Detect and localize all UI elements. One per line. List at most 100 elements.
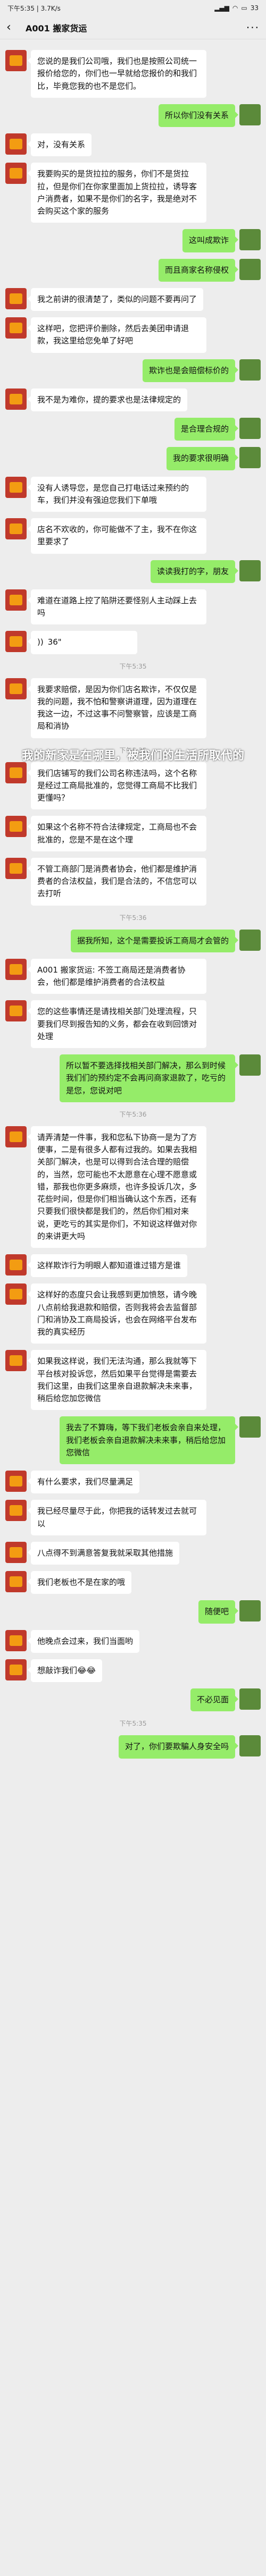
chat-list[interactable]: 您说的是我们公司哦，我们也是按照公司统一报价给您的，你们也一早就给您报价的和我们… [0,39,266,1781]
message-bubble[interactable]: 据我所知，这个是需要投诉工商局才会管的 [70,929,239,952]
message-row: 所以暂不要选择找相关部门解决，那么到时候我们们的预约定不会再问商家退款了，吃亏的… [0,1054,266,1102]
message-timestamp: 下午5:36 [119,1110,147,1118]
my-avatar[interactable] [239,447,261,469]
contact-avatar[interactable] [5,1500,27,1522]
contact-avatar[interactable] [5,1659,27,1680]
message-bubble[interactable]: 这样好的态度只会让我感到更加愤怒，请今晚八点前给我退款和赔偿，否则我将会去监督部… [28,1283,206,1344]
message-bubble[interactable]: 您说的是我们公司哦，我们也是按照公司统一报价给您的，你们也一早就给您报价的和我们… [28,50,206,98]
message-bubble[interactable]: 如果我这样说，我们无法沟通，那么我就等下平台核对投诉您，然后如果平台觉得是需要去… [28,1350,206,1411]
contact-avatar[interactable] [5,1571,27,1592]
message-bubble[interactable]: 这叫成欺诈 [182,229,239,252]
message-bubble[interactable]: 而且商家名称侵权 [158,258,239,282]
message-bubble[interactable]: 不管工商部门是消费者协会，他们都是维护消费者的合法权益，我们是合法的，不信您可以… [28,857,206,906]
message-row: 我的要求很明确 [0,447,266,470]
my-avatar[interactable] [239,1600,261,1622]
message-row: 如果这个名称不符合法律规定，工商局也不会批准的，您是不是在这个理 [0,816,266,851]
message-bubble[interactable]: 所以你们没有关系 [158,104,239,127]
message-bubble[interactable]: 我要求赔偿，是因为你们店名欺诈，不仅仅是我的问题，我不怕和警察讲道理，因为道理在… [28,678,206,738]
back-icon[interactable]: ‹ [6,21,22,34]
message-bubble[interactable]: 我的要求很明确 [166,447,239,470]
message-bubble[interactable]: 我不是为难你，提的要求也是法律规定的 [27,388,188,411]
contact-avatar[interactable] [5,1541,27,1563]
message-bubble[interactable]: 我已经尽量尽于此，你把我的话转发过去就可以 [28,1500,206,1535]
message-row: 我要求赔偿，是因为你们店名欺诈，不仅仅是我的问题，我不怕和警察讲道理，因为道理在… [0,678,266,738]
more-icon[interactable]: ··· [246,21,260,34]
contact-avatar[interactable] [5,317,27,339]
contact-avatar[interactable] [5,958,27,980]
message-bubble[interactable]: 不必见面 [190,1688,239,1712]
message-bubble[interactable]: 是合理合规的 [174,418,239,441]
message-bubble[interactable]: 八点得不到满意答复我就采取其他措施 [27,1541,180,1565]
my-avatar[interactable] [239,258,261,280]
contact-avatar[interactable] [5,678,27,699]
contact-avatar[interactable] [5,288,27,309]
message-row: 不必见面 [0,1688,266,1712]
contact-avatar[interactable] [5,1126,27,1147]
message-bubble[interactable]: 我们店铺写的我们公司名称违法吗，这个名称是经过工商局批准的，您觉得工商局不比我们… [28,762,206,810]
my-avatar[interactable] [239,560,261,581]
message-bubble[interactable]: 欺诈也是会赔偿标价的 [142,359,239,382]
contact-avatar[interactable] [5,476,27,498]
message-bubble[interactable]: 难道在道路上控了陷阱还要怪别人主动踩上去吗 [28,589,206,625]
message-bubble[interactable]: 请弄清楚一件事，我和您私下协商一是为了方便事，二是有很多人都有过我的。如果去我相… [28,1126,206,1248]
message-bubble[interactable]: 我要购买的是货拉拉的服务，你们不是货拉拉，但是你们在你家里面加上货拉拉，诱导客户… [28,163,206,223]
my-avatar[interactable] [239,929,261,951]
my-avatar[interactable] [239,1735,261,1757]
contact-avatar[interactable] [5,1254,27,1276]
contact-avatar[interactable] [5,816,27,838]
voice-message-bubble[interactable]: )) 36" [28,631,137,654]
my-avatar[interactable] [239,104,261,125]
my-avatar[interactable] [239,359,261,381]
status-bar: 下午5:35 | 3.7K/s ▂▄▆ ◠ ▭ 33 [0,0,266,16]
message-timestamp: 下午5:35 [119,1720,147,1728]
my-avatar[interactable] [239,418,261,439]
contact-avatar[interactable] [5,589,27,611]
message-bubble[interactable]: 对，没有关系 [27,133,92,157]
contact-avatar[interactable] [5,1350,27,1372]
message-row: 读读我打的字，朋友 [0,560,266,583]
message-row: 您说的是我们公司哦，我们也是按照公司统一报价给您的，你们也一早就给您报价的和我们… [0,50,266,98]
contact-avatar[interactable] [5,163,27,184]
contact-avatar[interactable] [5,50,27,71]
contact-avatar[interactable] [5,1000,27,1022]
contact-avatar[interactable] [5,1471,27,1492]
message-row: 对了，你们要欺騙人身安全吗 [0,1735,266,1759]
message-bubble[interactable]: 我之前讲的很清楚了，类似的问题不要再问了 [27,288,204,311]
message-bubble[interactable]: 您的这些事情还是请找相关部门处理流程，只要我们尽到报告知的义务，都会在收到回馈对… [28,1000,206,1048]
contact-avatar[interactable] [5,1629,27,1651]
contact-avatar[interactable] [5,762,27,783]
message-bubble[interactable]: 想敲诈我们😂😂 [27,1659,103,1682]
message-bubble[interactable]: 我去了不算嗨，等下我们老板会亲自来处理，我们老板会亲自退款解决未来事，稍后给您加… [60,1416,238,1464]
contact-avatar[interactable] [5,388,27,410]
contact-avatar[interactable] [5,133,27,155]
message-bubble[interactable]: 如果这个名称不符合法律规定，工商局也不会批准的，您是不是在这个理 [28,816,206,851]
message-bubble[interactable]: 随便吧 [198,1600,239,1624]
message-bubble[interactable]: 这样欺诈行为明眼人都知道谁过错方是谁 [27,1254,188,1278]
message-row: 您的这些事情还是请找相关部门处理流程，只要我们尽到报告知的义务，都会在收到回馈对… [0,1000,266,1048]
message-bubble[interactable]: 所以暂不要选择找相关部门解决，那么到时候我们们的预约定不会再问商家退款了，吃亏的… [60,1054,238,1102]
my-avatar[interactable] [239,1054,261,1076]
message-bubble[interactable]: 他晚点会过来，我们当面哟 [27,1629,140,1653]
my-avatar[interactable] [239,1416,261,1438]
my-avatar[interactable] [239,229,261,251]
message-bubble[interactable]: 有什么要求，我们尽量满足 [27,1471,140,1494]
contact-avatar[interactable] [5,1283,27,1305]
status-time: 下午5:35 | 3.7K/s [7,4,61,12]
message-bubble[interactable]: A001 搬家货运: 不签工商局还是消费者协会，他们都是维护消费者的合法权益 [28,958,206,994]
message-bubble[interactable]: 这样吧，您把评价删除，然后去美团申请退款，我这里给您免单了好吧 [28,317,206,353]
message-bubble[interactable]: 没有人诱导您，是您自己打电话过来预约的车，我们并没有强迫您我们下单哦 [28,476,206,512]
message-bubble[interactable]: 读读我打的字，朋友 [150,560,239,583]
message-timestamp: 下午5:36 [119,914,147,922]
message-row: 我们店铺写的我们公司名称违法吗，这个名称是经过工商局批准的，您觉得工商局不比我们… [0,762,266,810]
contact-avatar[interactable] [5,631,27,653]
message-row: 如果我这样说，我们无法沟通，那么我就等下平台核对投诉您，然后如果平台觉得是需要去… [0,1350,266,1411]
message-row: 对，没有关系 [0,133,266,157]
message-row: 他晚点会过来，我们当面哟 [0,1629,266,1653]
message-row: 不管工商部门是消费者协会，他们都是维护消费者的合法权益，我们是合法的，不信您可以… [0,857,266,906]
contact-avatar[interactable] [5,518,27,539]
my-avatar[interactable] [239,1688,261,1710]
message-bubble[interactable]: 对了，你们要欺騙人身安全吗 [118,1735,239,1759]
message-bubble[interactable]: 店名不欢收的，你可能做不了主，我不在你这里要求了 [28,518,206,554]
contact-avatar[interactable] [5,857,27,879]
message-bubble[interactable]: 我们老板也不是在家的哦 [27,1571,132,1594]
